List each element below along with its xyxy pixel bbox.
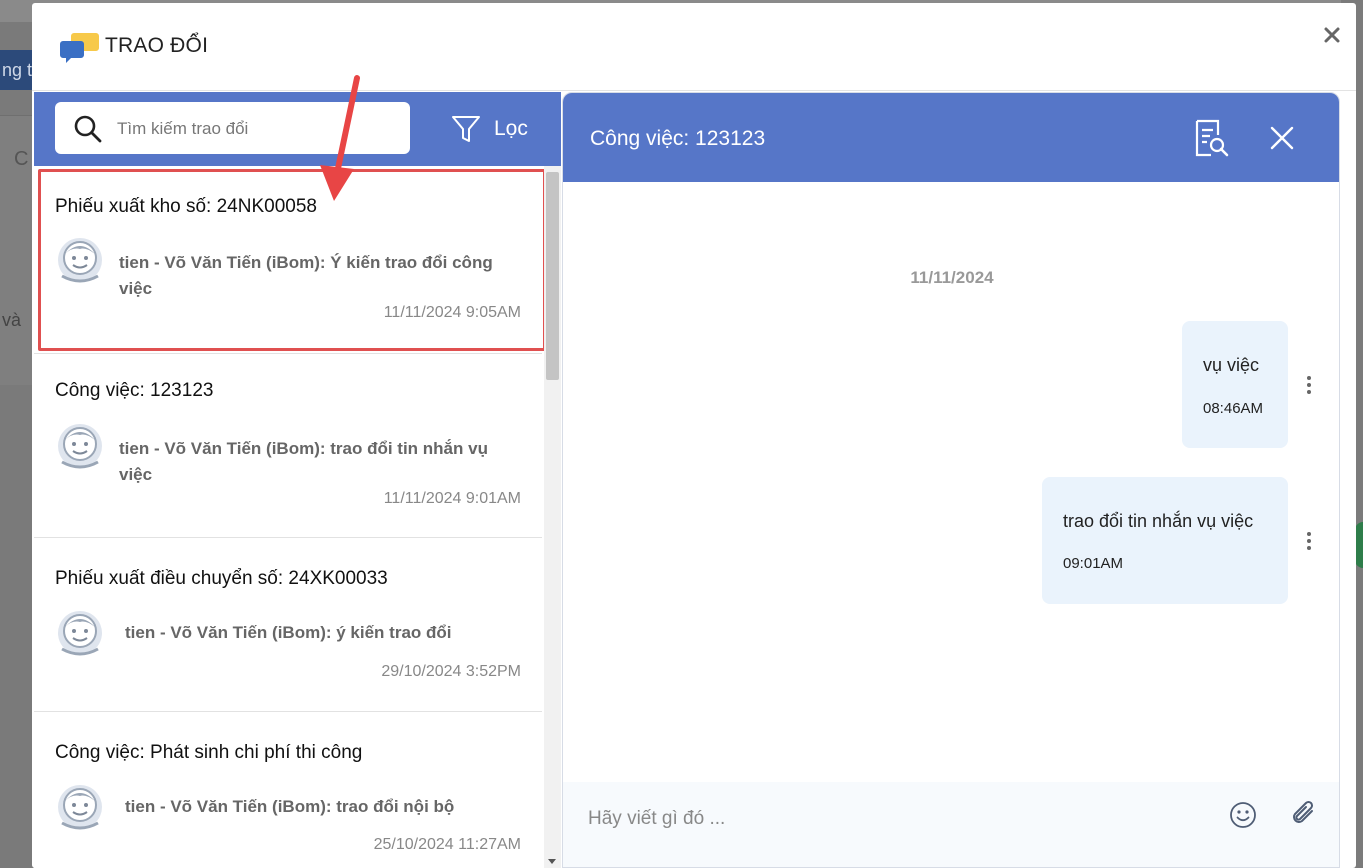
- exchange-modal: TRAO ĐỔI Lọc Phiếu xuất kho: [32, 3, 1356, 868]
- thread-title: Công việc: Phát sinh chi phí thi công: [55, 742, 363, 763]
- thread-list: Phiếu xuất kho số: 24NK00058 tien - Võ V…: [34, 166, 544, 868]
- date-separator: 11/11/2024: [910, 268, 994, 287]
- user-avatar-icon: [58, 785, 102, 830]
- thread-time: 29/10/2024 3:52PM: [381, 663, 521, 680]
- thread-item[interactable]: Phiếu xuất điều chuyển số: 24XK00033 tie…: [34, 538, 542, 712]
- thread-message: tien - Võ Văn Tiến (iBom): trao đổi tin …: [119, 439, 488, 484]
- kebab-menu-icon[interactable]: [1304, 530, 1314, 552]
- thread-time: 11/11/2024 9:05AM: [383, 304, 521, 321]
- thread-title: Phiếu xuất điều chuyển số: 24XK00033: [55, 568, 388, 589]
- chat-bubbles-icon: [60, 33, 99, 63]
- chat-panel: Công việc: 123123 11/11/2024 vụ việc 08:…: [562, 92, 1340, 868]
- scroll-thumb[interactable]: [546, 172, 559, 380]
- thread-message: tien - Võ Văn Tiến (iBom): trao đổi nội …: [125, 797, 455, 816]
- background-text-c: C: [14, 148, 29, 170]
- document-search-icon[interactable]: [1191, 118, 1231, 158]
- user-avatar-icon: [58, 611, 102, 656]
- message-time: 09:01AM: [1063, 555, 1124, 572]
- modal-header: TRAO ĐỔI: [32, 3, 1356, 91]
- filter-label: Lọc: [494, 117, 528, 140]
- thread-item[interactable]: Công việc: 123123 tien - Võ Văn Tiến (iB…: [34, 354, 542, 538]
- thread-message: tien - Võ Văn Tiến (iBom): ý kiến trao đ…: [125, 623, 452, 642]
- background-green-widget: [1355, 522, 1363, 568]
- thread-item[interactable]: Công việc: Phát sinh chi phí thi công ti…: [34, 712, 542, 868]
- filter-button[interactable]: Lọc: [450, 112, 528, 146]
- chat-title: Công việc: 123123: [590, 127, 766, 150]
- background-tab: ng tá: [0, 50, 32, 90]
- user-avatar-icon: [58, 238, 102, 283]
- message-bubble: trao đổi tin nhắn vụ việc 09:01AM: [1042, 477, 1288, 604]
- message-text: vụ việc: [1203, 355, 1260, 375]
- message-composer: [563, 782, 1339, 867]
- modal-title: TRAO ĐỔI: [105, 34, 209, 57]
- message-bubble: vụ việc 08:46AM: [1182, 321, 1288, 448]
- thread-title: Công việc: 123123: [55, 380, 214, 401]
- message-time: 08:46AM: [1203, 400, 1264, 417]
- paperclip-icon[interactable]: [1290, 799, 1318, 829]
- thread-item[interactable]: Phiếu xuất kho số: 24NK00058 tien - Võ V…: [34, 166, 544, 354]
- funnel-icon: [452, 116, 480, 142]
- search-icon: [74, 115, 102, 143]
- thread-message: tien - Võ Văn Tiến (iBom): Ý kiến trao đ…: [119, 253, 493, 298]
- message-text: trao đổi tin nhắn vụ việc: [1063, 511, 1254, 531]
- thread-time: 11/11/2024 9:01AM: [383, 490, 521, 507]
- close-icon[interactable]: [1269, 125, 1295, 151]
- smiley-icon[interactable]: [1229, 801, 1257, 829]
- message-input[interactable]: [588, 804, 1188, 834]
- thread-time: 25/10/2024 11:27AM: [373, 836, 521, 853]
- user-avatar-icon: [58, 424, 102, 469]
- close-icon[interactable]: [1322, 25, 1342, 45]
- thread-title: Phiếu xuất kho số: 24NK00058: [55, 196, 317, 217]
- search-box[interactable]: [55, 102, 410, 154]
- kebab-menu-icon[interactable]: [1304, 374, 1314, 396]
- chat-messages: 11/11/2024 vụ việc 08:46AM trao đổi tin …: [563, 182, 1339, 782]
- thread-list-panel: Lọc Phiếu xuất kho số: 24NK00058 tien - …: [34, 92, 561, 868]
- chat-header: Công việc: 123123: [563, 93, 1339, 182]
- background-text-va: và: [2, 310, 22, 330]
- scroll-down-icon[interactable]: [548, 859, 556, 864]
- thread-toolbar: Lọc: [34, 92, 561, 166]
- thread-list-scrollbar[interactable]: [544, 166, 561, 868]
- search-input[interactable]: [117, 116, 397, 142]
